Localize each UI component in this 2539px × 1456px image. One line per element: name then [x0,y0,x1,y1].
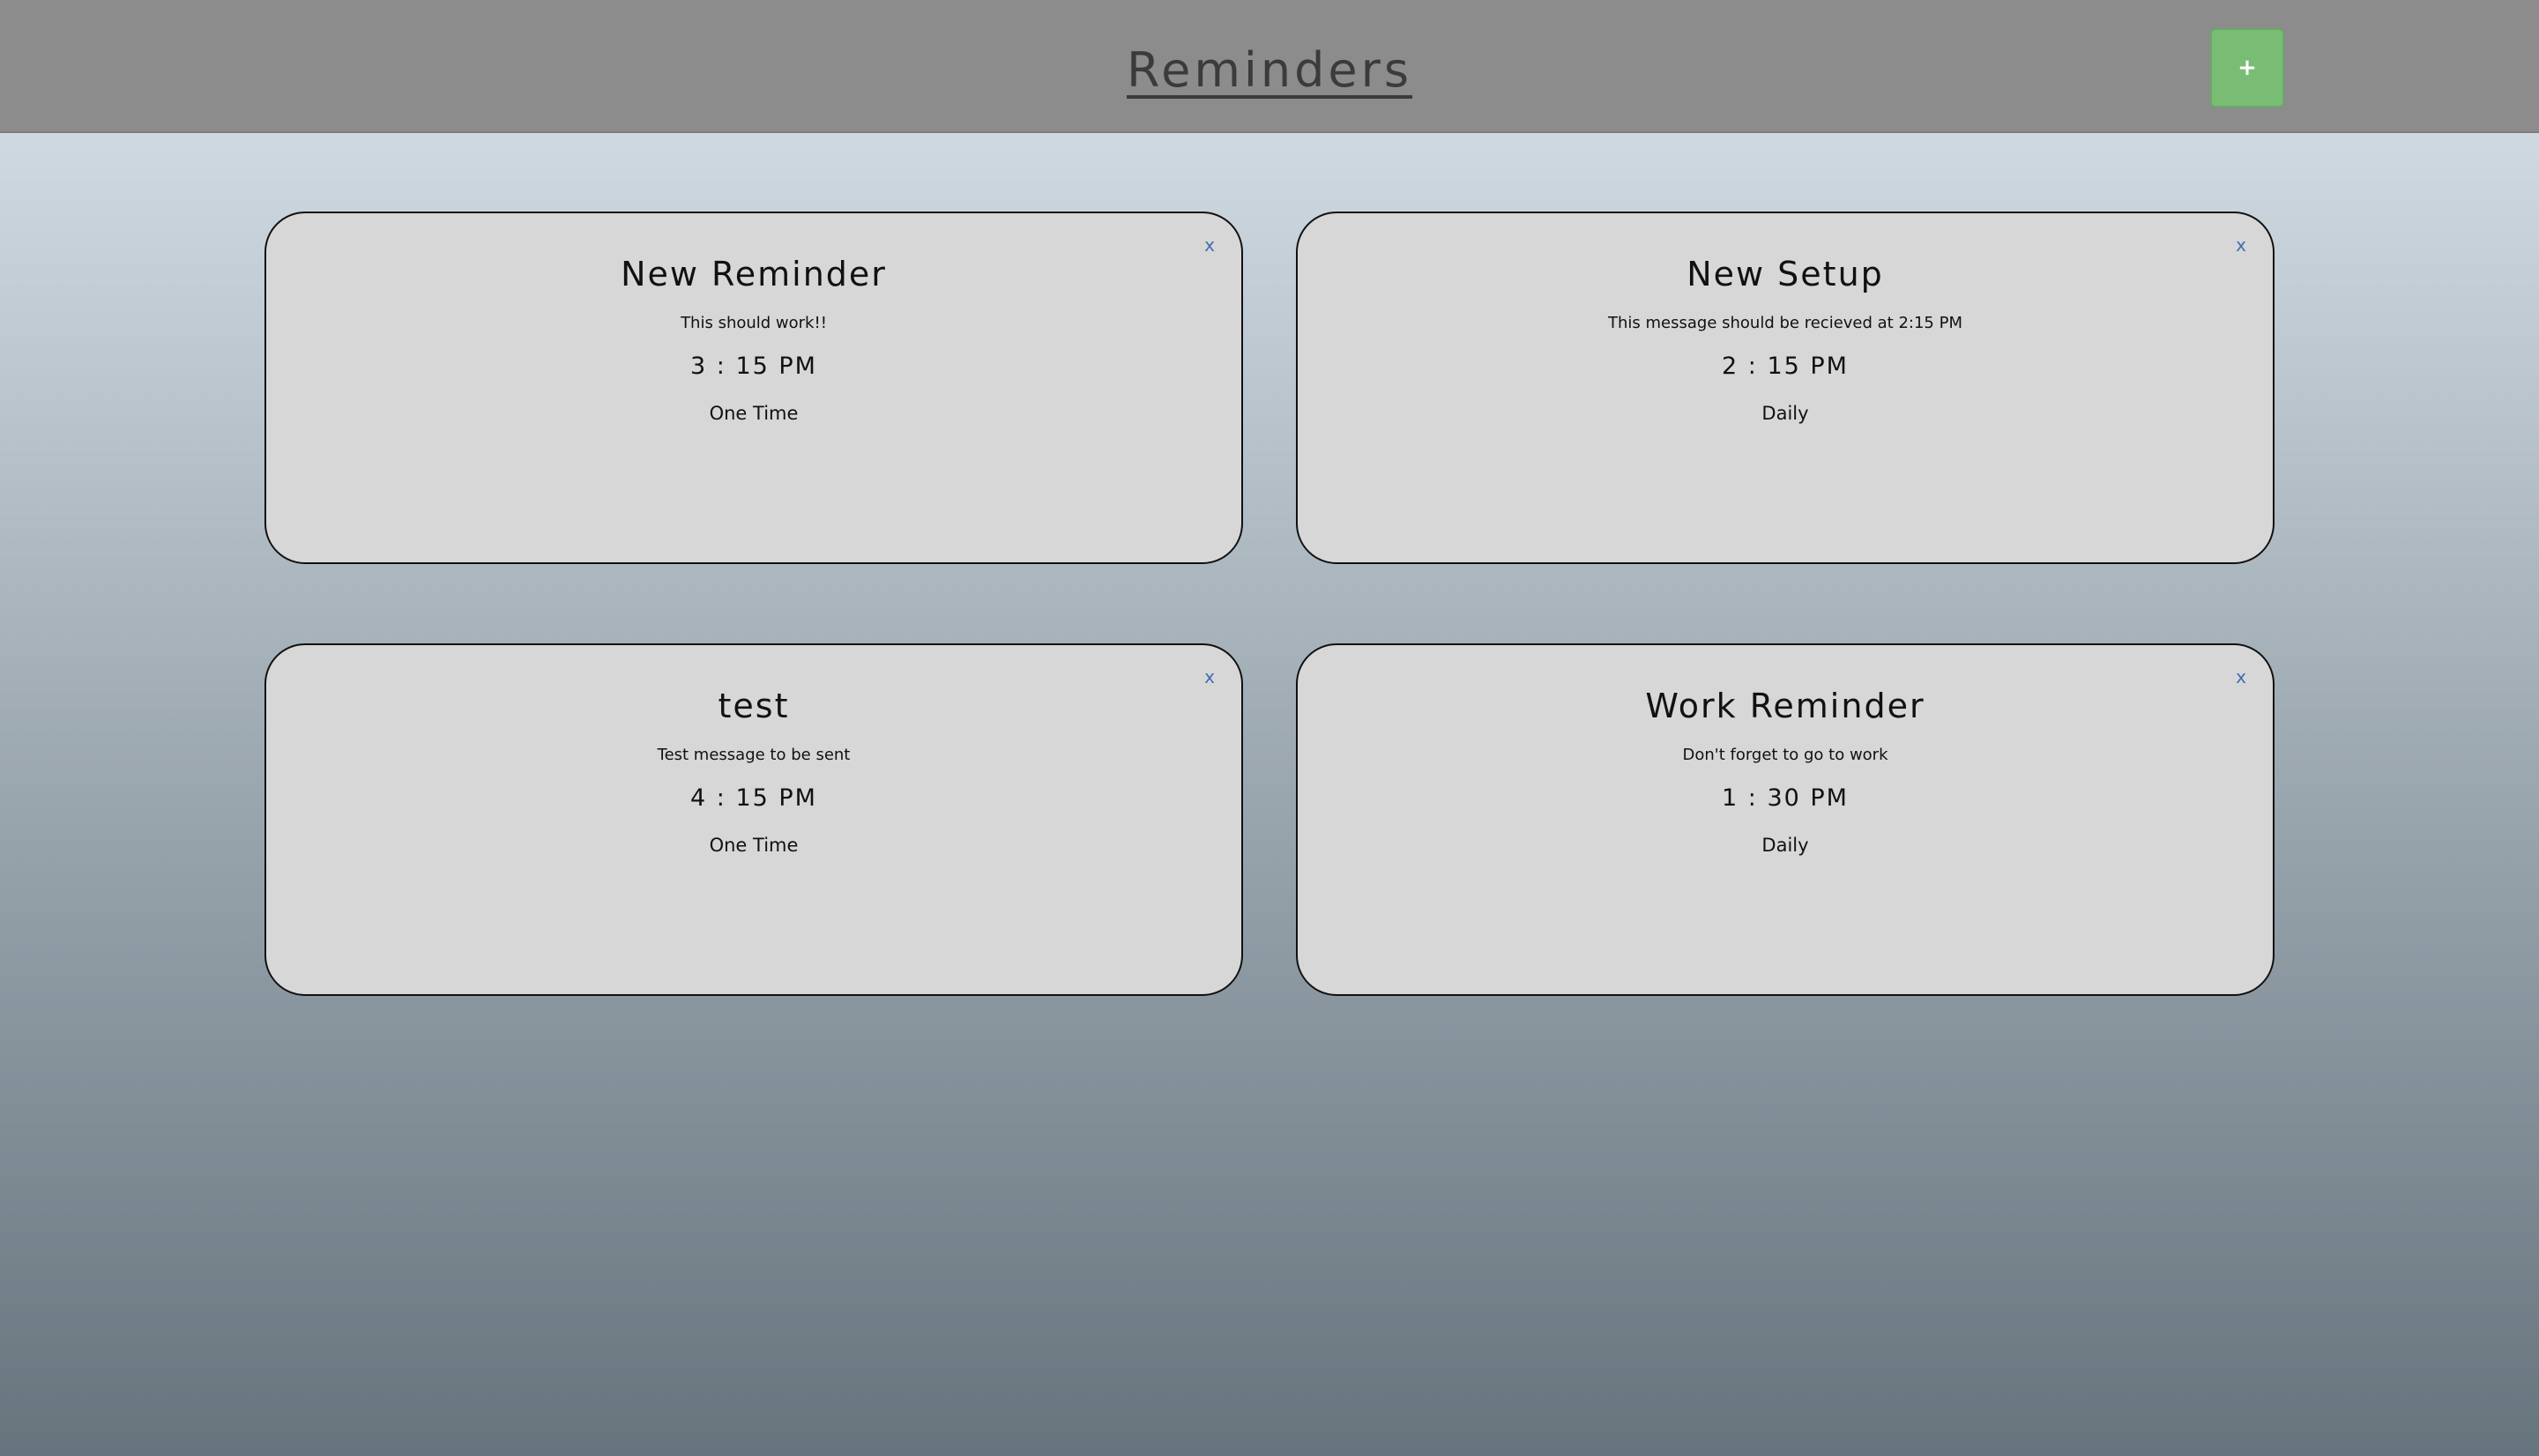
reminder-message: This message should be recieved at 2:15 … [1608,314,1962,332]
reminder-time: 3 : 15 PM [690,353,817,380]
reminder-card: x New Reminder This should work!! 3 : 15… [264,212,1243,564]
reminder-card: x New Setup This message should be recie… [1296,212,2275,564]
header-bar: Reminders + [0,0,2539,133]
reminder-message: Don't forget to go to work [1682,746,1888,764]
reminder-frequency: Daily [1761,835,1809,856]
reminder-frequency: One Time [709,835,799,856]
add-reminder-button[interactable]: + [2210,28,2284,108]
reminder-frequency: One Time [709,403,799,424]
reminder-title: Work Reminder [1645,687,1925,725]
reminder-message: Test message to be sent [657,746,851,764]
reminder-time: 2 : 15 PM [1722,353,1849,380]
page-title: Reminders [1127,42,1412,98]
reminder-message: This should work!! [681,314,827,332]
reminder-frequency: Daily [1761,403,1809,424]
reminder-title: New Setup [1686,255,1884,293]
reminder-card: x Work Reminder Don't forget to go to wo… [1296,643,2275,996]
reminder-card: x test Test message to be sent 4 : 15 PM… [264,643,1243,996]
reminder-time: 1 : 30 PM [1722,784,1849,812]
reminder-title: New Reminder [621,255,887,293]
reminder-title: test [718,687,790,725]
reminder-time: 4 : 15 PM [690,784,817,812]
